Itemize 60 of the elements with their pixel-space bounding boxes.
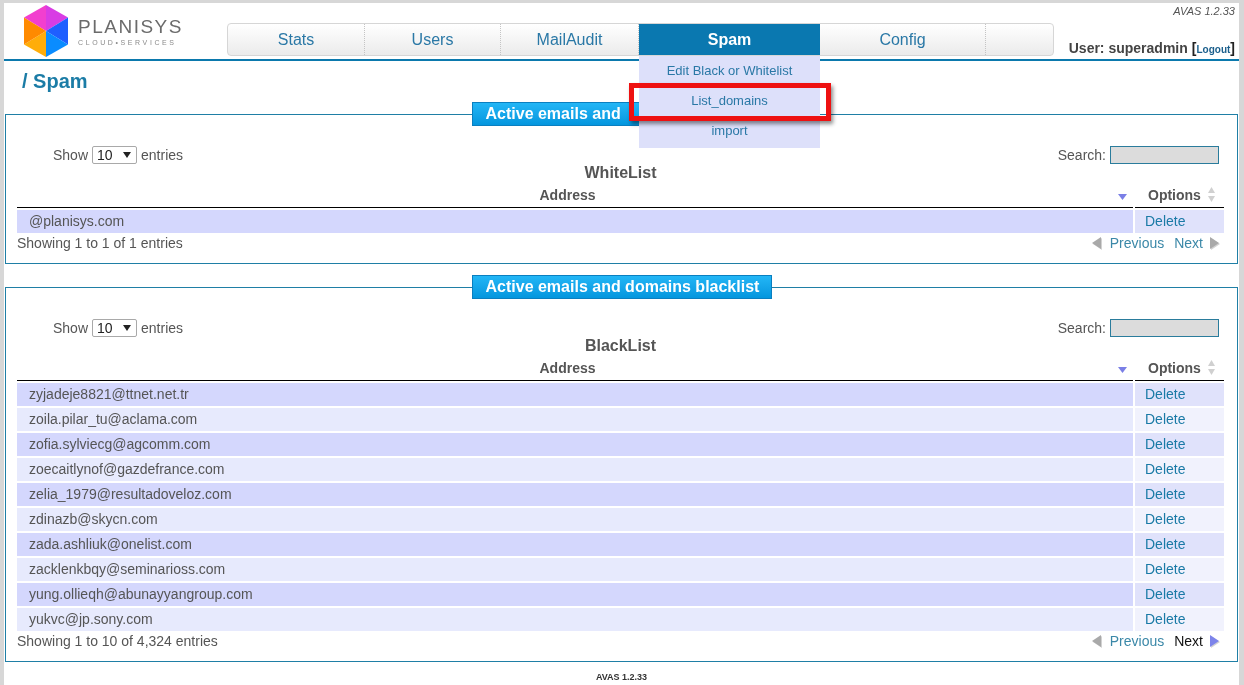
search-field[interactable] — [1110, 146, 1219, 164]
delete-link[interactable]: Delete — [1145, 584, 1186, 605]
page-size-select[interactable]: 10 — [92, 319, 138, 337]
footer-version: AVAS 1.2.33 — [595, 672, 648, 682]
search-label: Search: — [1057, 318, 1106, 338]
nav-tab[interactable]: Users — [365, 24, 501, 55]
column-header[interactable]: Address — [17, 182, 1133, 208]
page-size-select[interactable]: 10 — [92, 146, 138, 164]
delete-link[interactable]: Delete — [1145, 409, 1186, 430]
delete-link[interactable]: Delete — [1145, 534, 1186, 555]
next-arrow-icon — [1209, 236, 1221, 250]
table-title: BlackList — [583, 337, 658, 355]
delete-link[interactable]: Delete — [1145, 559, 1186, 580]
search-label: Search: — [1057, 145, 1106, 165]
menu-item[interactable]: Edit Black or Whitelist — [639, 56, 820, 86]
nav-tab[interactable]: Config — [820, 24, 986, 55]
delete-link[interactable]: Delete — [1145, 609, 1186, 630]
entries-label: entries — [141, 318, 184, 338]
column-header[interactable]: Address — [17, 355, 1133, 381]
show-label: Show — [53, 318, 89, 338]
table-cell: @planisys.com — [17, 210, 1133, 233]
table-cell: zelia_1979@resultadoveloz.com — [17, 483, 1133, 506]
table-cell: zoecaitlynof@gazdefrance.com — [17, 458, 1133, 481]
table-title: WhiteList — [583, 164, 658, 182]
panel-legend: Active emails and domains blacklist — [471, 275, 772, 299]
column-header[interactable]: Options — [1135, 355, 1224, 381]
delete-link[interactable]: Delete — [1145, 459, 1186, 480]
table-cell: yukvc@jp.sony.com — [17, 608, 1133, 631]
next-button[interactable]: Next — [1174, 630, 1221, 652]
table-cell: zofia.sylviecg@agcomm.com — [17, 433, 1133, 456]
delete-link[interactable]: Delete — [1145, 484, 1186, 505]
delete-link[interactable]: Delete — [1145, 211, 1186, 232]
next-arrow-icon — [1209, 634, 1221, 648]
delete-link[interactable]: Delete — [1145, 509, 1186, 530]
show-label: Show — [53, 145, 89, 165]
cube-logo-icon — [22, 5, 70, 57]
caret-icon — [123, 325, 132, 331]
nav-tab[interactable]: Stats — [228, 24, 365, 55]
delete-link[interactable]: Delete — [1145, 384, 1186, 405]
bracket-text: ] — [1230, 40, 1235, 56]
page-title: / Spam — [22, 69, 88, 93]
user-label: User: superadmin — [1068, 40, 1188, 56]
entries-label: entries — [141, 145, 184, 165]
column-header[interactable]: Options — [1135, 182, 1224, 208]
table-cell: zyjadeje8821@ttnet.net.tr — [17, 383, 1133, 406]
logout-link[interactable]: Logout — [1196, 42, 1231, 58]
bracket-text: [ — [1191, 40, 1197, 56]
version-label: AVAS 1.2.33 — [1173, 5, 1235, 18]
table-cell: zacklenkbqy@seminarioss.com — [17, 558, 1133, 581]
table-info: Showing 1 to 1 of 1 entries — [17, 233, 183, 253]
logo-text: PLANISYS — [78, 15, 184, 38]
table-cell: yung.ollieqh@abunayyangroup.com — [17, 583, 1133, 606]
table-cell: zdinazb@skycn.com — [17, 508, 1133, 531]
search-field[interactable] — [1110, 319, 1219, 337]
caret-icon — [123, 152, 132, 158]
table-cell: zoila.pilar_tu@aclama.com — [17, 408, 1133, 431]
table-info: Showing 1 to 10 of 4,324 entries — [17, 631, 218, 651]
delete-link[interactable]: Delete — [1145, 434, 1186, 455]
table-cell: zada.ashliuk@onelist.com — [17, 533, 1133, 556]
nav-tab[interactable]: Spam — [639, 24, 820, 55]
